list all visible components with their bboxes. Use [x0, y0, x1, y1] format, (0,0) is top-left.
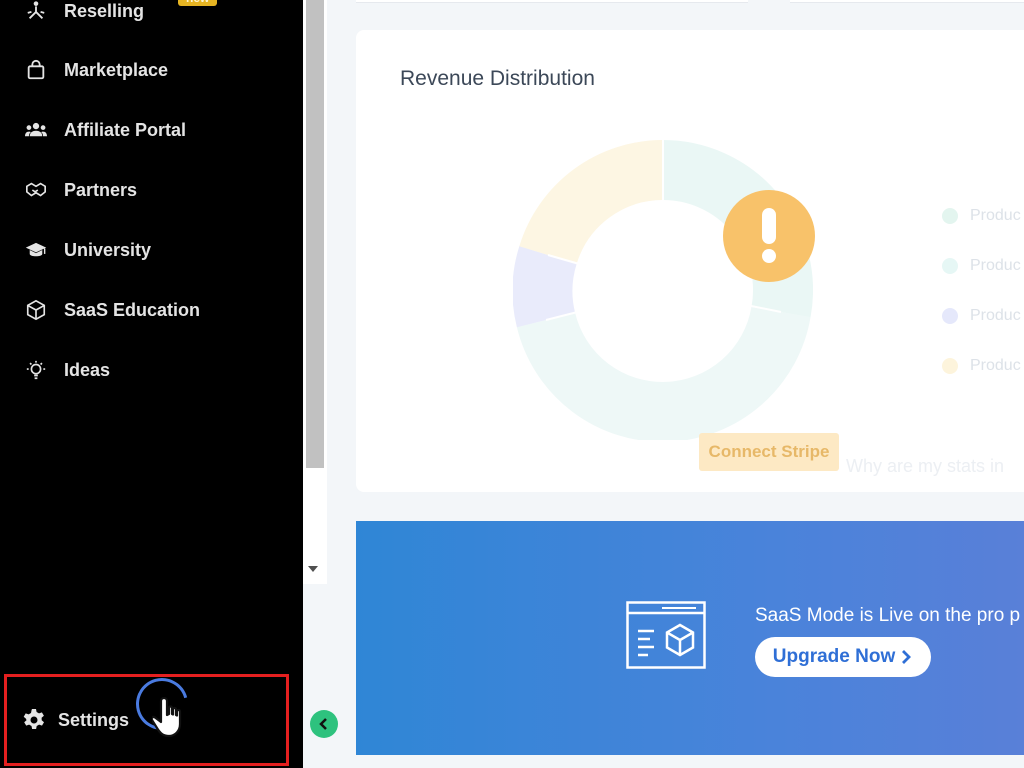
sidebar-item-label: SaaS Education [64, 299, 201, 320]
scroll-down-arrow-icon[interactable] [308, 566, 318, 572]
legend-item: Produc [942, 257, 1021, 275]
users-icon [22, 118, 50, 142]
donut-segment [513, 245, 577, 328]
stats-help-link[interactable]: Why are my stats in [846, 456, 1004, 477]
browser-cube-icon [626, 601, 706, 669]
legend-label: Produc [970, 257, 1021, 274]
top-card-edge [790, 0, 1024, 3]
legend-label: Produc [970, 357, 1021, 374]
legend-item: Produc [942, 357, 1021, 375]
upgrade-label: Upgrade Now [772, 646, 896, 667]
sidebar-item-affiliate-portal[interactable]: Affiliate Portal [22, 116, 186, 144]
sidebar-item-partners[interactable]: Partners [22, 176, 137, 204]
shopping-bag-icon [22, 58, 50, 82]
settings-label: Settings [58, 709, 130, 730]
revenue-distribution-card: Revenue Distribution Connect Stripe Why … [356, 30, 1024, 492]
sidebar-item-ideas[interactable]: Ideas [22, 356, 110, 384]
sidebar-item-university[interactable]: University [22, 236, 151, 264]
donut-segment [519, 140, 664, 265]
donut-segment [516, 306, 811, 440]
upgrade-now-button[interactable]: Upgrade Now [755, 637, 931, 677]
saas-mode-banner: SaaS Mode is Live on the pro p Upgrade N… [356, 521, 1024, 755]
scrollbar-thumb[interactable] [306, 0, 324, 468]
legend-dot [942, 208, 958, 224]
sidebar-item-saas-education[interactable]: SaaS Education [22, 296, 200, 324]
banner-text: SaaS Mode is Live on the pro p [755, 605, 1021, 626]
hand-cursor-icon [152, 696, 182, 738]
sidebar-item-label: Marketplace [64, 59, 169, 80]
sidebar-item-label: Ideas [64, 359, 111, 380]
chevron-left-icon [319, 718, 327, 730]
legend-dot [942, 358, 958, 374]
new-badge: new [178, 0, 218, 6]
sidebar-item-marketplace[interactable]: Marketplace [22, 56, 168, 84]
cube-icon [22, 298, 50, 322]
legend-label: Produc [970, 207, 1021, 224]
sidebar-item-label: Partners [64, 179, 138, 200]
top-card-edge [356, 0, 748, 3]
reselling-icon [22, 0, 50, 23]
handshake-icon [22, 178, 50, 202]
collapse-sidebar-button[interactable] [310, 710, 338, 738]
chevron-right-icon [902, 650, 912, 664]
legend-item: Produc [942, 307, 1021, 325]
sidebar-item-label: Affiliate Portal [64, 119, 187, 140]
warning-icon [723, 190, 815, 282]
sidebar-item-reselling[interactable]: Reselling new [22, 0, 218, 25]
sidebar-item-label: Reselling [64, 0, 145, 21]
connect-stripe-button[interactable]: Connect Stripe [699, 433, 839, 471]
sidebar-item-settings[interactable]: Settings [22, 708, 129, 732]
graduation-cap-icon [22, 238, 50, 262]
legend-dot [942, 308, 958, 324]
revenue-donut-chart [513, 140, 813, 440]
sidebar-item-label: University [64, 239, 152, 260]
card-title: Revenue Distribution [400, 67, 595, 90]
gear-icon [22, 708, 46, 732]
legend-label: Produc [970, 307, 1021, 324]
legend-item: Produc [942, 207, 1021, 225]
lightbulb-icon [22, 358, 50, 382]
legend-dot [942, 258, 958, 274]
